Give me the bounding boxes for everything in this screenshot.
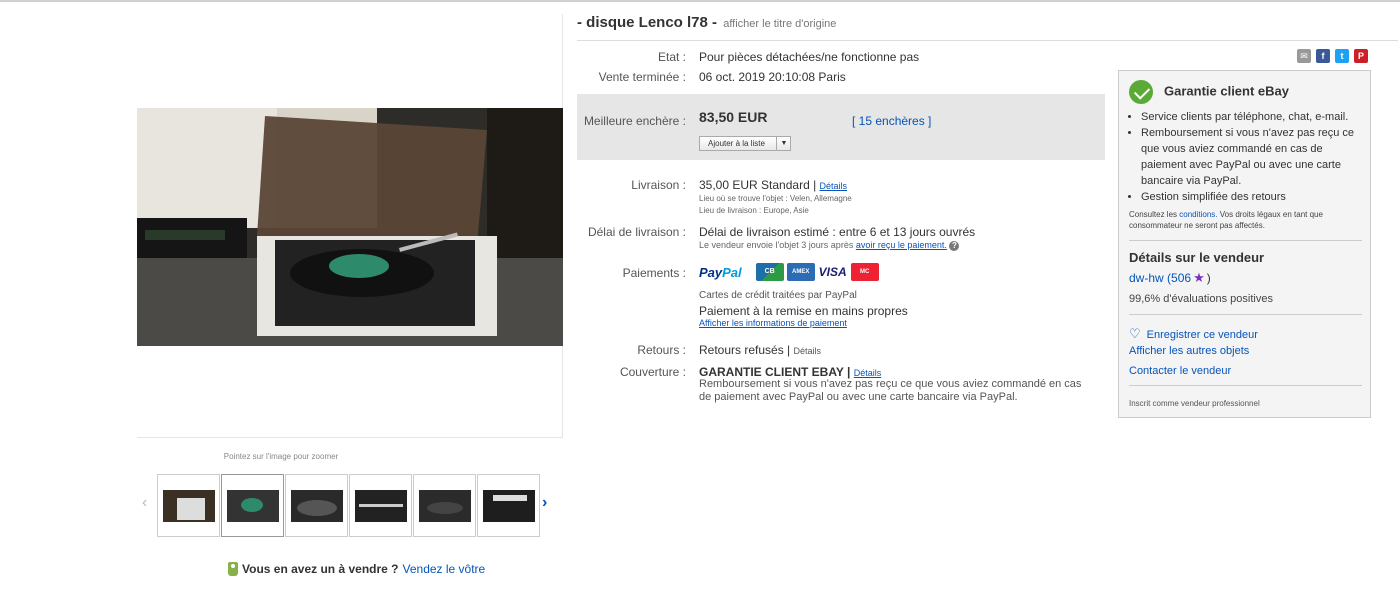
seller-info: dw-hw (506 ★): [1129, 270, 1211, 286]
sell-cta: Vous en avez un à vendre ? Vendez le vôtr…: [228, 562, 485, 576]
delivery-note: Le vendeur envoie l'objet 3 jours après …: [699, 240, 960, 251]
coverage-label: Couverture :: [619, 365, 686, 379]
star-icon: ★: [1193, 270, 1205, 285]
payment-note-1: Cartes de crédit traitées par PayPal: [699, 290, 857, 301]
best-bid-price: 83,50 EUR: [699, 109, 768, 125]
seller-name-link[interactable]: dw-hw: [1129, 271, 1164, 285]
ship-to: Lieu de livraison : Europe, Asie: [699, 206, 809, 215]
visa-card-icon: VISA: [817, 263, 848, 281]
payment-note-2: Paiement à la remise en mains propres: [699, 304, 908, 318]
shipping-value: 35,00 EUR Standard |: [699, 178, 817, 192]
condition-label: Etat :: [657, 50, 686, 64]
divider: [1129, 240, 1362, 241]
image-viewer: [137, 14, 563, 438]
price-tag-icon: [228, 562, 238, 576]
add-to-list-button[interactable]: Ajouter à la liste ▼: [699, 136, 791, 151]
guarantee-item: Remboursement si vous n'avez pas reçu ce…: [1141, 125, 1365, 189]
top-border: [0, 0, 1400, 2]
thumbnail[interactable]: [413, 474, 476, 537]
seller-score-close: ): [1206, 271, 1211, 285]
cb-card-icon: CB: [755, 263, 784, 281]
save-seller-link[interactable]: ♡ Enregistrer ce vendeur: [1129, 326, 1258, 342]
thumbnail[interactable]: [221, 474, 284, 537]
help-icon[interactable]: ?: [949, 241, 960, 251]
legal-prefix: Consultez les: [1129, 210, 1178, 219]
mastercard-icon: MC: [850, 263, 879, 281]
returns-details-link[interactable]: Détails: [794, 346, 822, 356]
shipping-label: Livraison :: [631, 178, 686, 192]
thumbnail[interactable]: [285, 474, 348, 537]
coverage-details-link[interactable]: Détails: [854, 368, 882, 378]
zoom-hint: Pointez sur l'image pour zoomer: [223, 452, 339, 461]
add-to-list-label: Ajouter à la liste: [708, 139, 765, 148]
feedback-percent: 99,6% d'évaluations positives: [1129, 293, 1273, 305]
returns-label: Retours :: [637, 343, 686, 357]
ended-label: Vente terminée :: [598, 70, 686, 84]
guarantee-header: Garantie client eBay: [1129, 80, 1289, 104]
seller-score-link[interactable]: (506: [1167, 271, 1191, 285]
conditions-link[interactable]: conditions.: [1179, 210, 1217, 219]
email-icon[interactable]: ✉: [1297, 49, 1311, 63]
save-seller-label: Enregistrer ce vendeur: [1146, 329, 1258, 341]
sell-question: Vous en avez un à vendre ?: [242, 562, 399, 576]
main-product-image[interactable]: [137, 108, 563, 346]
delivery-label: Délai de livraison :: [587, 225, 686, 239]
delivery-note-text: Le vendeur envoie l'objet 3 jours après: [699, 240, 854, 250]
thumbnail[interactable]: [477, 474, 540, 537]
facebook-icon[interactable]: f: [1316, 49, 1330, 63]
payments-label: Paiements :: [622, 266, 686, 280]
other-items-link[interactable]: Afficher les autres objets: [1129, 345, 1249, 357]
sell-link[interactable]: Vendez le vôtre: [403, 562, 486, 576]
delivery-value: Délai de livraison estimé : entre 6 et 1…: [699, 225, 976, 239]
condition-value: Pour pièces détachées/ne fonctionne pas: [699, 50, 920, 64]
chevron-right-icon[interactable]: ›: [542, 494, 547, 512]
chevron-down-icon[interactable]: ▼: [776, 137, 791, 150]
chevron-left-icon[interactable]: ‹: [142, 494, 147, 512]
thumbnail[interactable]: [349, 474, 412, 537]
coverage-title-row: GARANTIE CLIENT EBAY | Détails: [699, 365, 881, 379]
guarantee-item: Service clients par téléphone, chat, e-m…: [1141, 109, 1365, 125]
thumbnail-strip: ‹ ›: [140, 474, 560, 538]
coverage-text-2: de paiement avec PayPal ou avec une cart…: [699, 391, 1018, 403]
item-title: - disque Lenco l78 -: [577, 14, 718, 31]
handshake-icon: [1129, 80, 1153, 104]
item-title-row: - disque Lenco l78 - afficher le titre d…: [577, 14, 1398, 41]
thumbnail[interactable]: [157, 474, 220, 537]
returns-row: Retours refusés | Détails: [699, 343, 821, 357]
payment-info-link[interactable]: Afficher les informations de paiement: [699, 318, 847, 328]
legal-note: Consultez les conditions. Vos droits lég…: [1129, 209, 1365, 231]
seller-title: Détails sur le vendeur: [1129, 250, 1265, 265]
coverage-title: GARANTIE CLIENT EBAY |: [699, 365, 851, 379]
delivery-payment-link[interactable]: avoir reçu le paiement.: [856, 240, 947, 250]
item-location: Lieu où se trouve l'objet : Velen, Allem…: [699, 194, 852, 203]
coverage-text-1: Remboursement si vous n'avez pas reçu ce…: [699, 378, 1082, 390]
sidebar-panel: Garantie client eBay Service clients par…: [1118, 70, 1371, 418]
shipping-value-row: 35,00 EUR Standard | Détails: [699, 178, 847, 192]
original-title-link[interactable]: afficher le titre d'origine: [723, 18, 836, 30]
best-bid-label: Meilleure enchère :: [583, 114, 686, 128]
amex-card-icon: AMEX: [786, 263, 815, 281]
shipping-details-link[interactable]: Détails: [820, 181, 848, 191]
twitter-icon[interactable]: t: [1335, 49, 1349, 63]
paypal-logo: PayPal: [699, 264, 742, 280]
bids-count-link[interactable]: [ 15 enchères ]: [852, 114, 931, 128]
divider: [1129, 385, 1362, 386]
ended-value: 06 oct. 2019 20:10:08 Paris: [699, 70, 846, 84]
guarantee-title: Garantie client eBay: [1164, 83, 1289, 99]
guarantee-list: Service clients par téléphone, chat, e-m…: [1141, 109, 1365, 205]
guarantee-item: Gestion simplifiée des retours: [1141, 189, 1365, 205]
pinterest-icon[interactable]: P: [1354, 49, 1368, 63]
payment-logos: PayPal CB AMEX VISA MC: [699, 263, 882, 283]
professional-seller-note: Inscrit comme vendeur professionnel: [1129, 399, 1260, 408]
contact-seller-link[interactable]: Contacter le vendeur: [1129, 365, 1231, 377]
returns-value: Retours refusés |: [699, 343, 791, 357]
divider: [1129, 314, 1362, 315]
heart-icon: ♡: [1129, 326, 1141, 341]
